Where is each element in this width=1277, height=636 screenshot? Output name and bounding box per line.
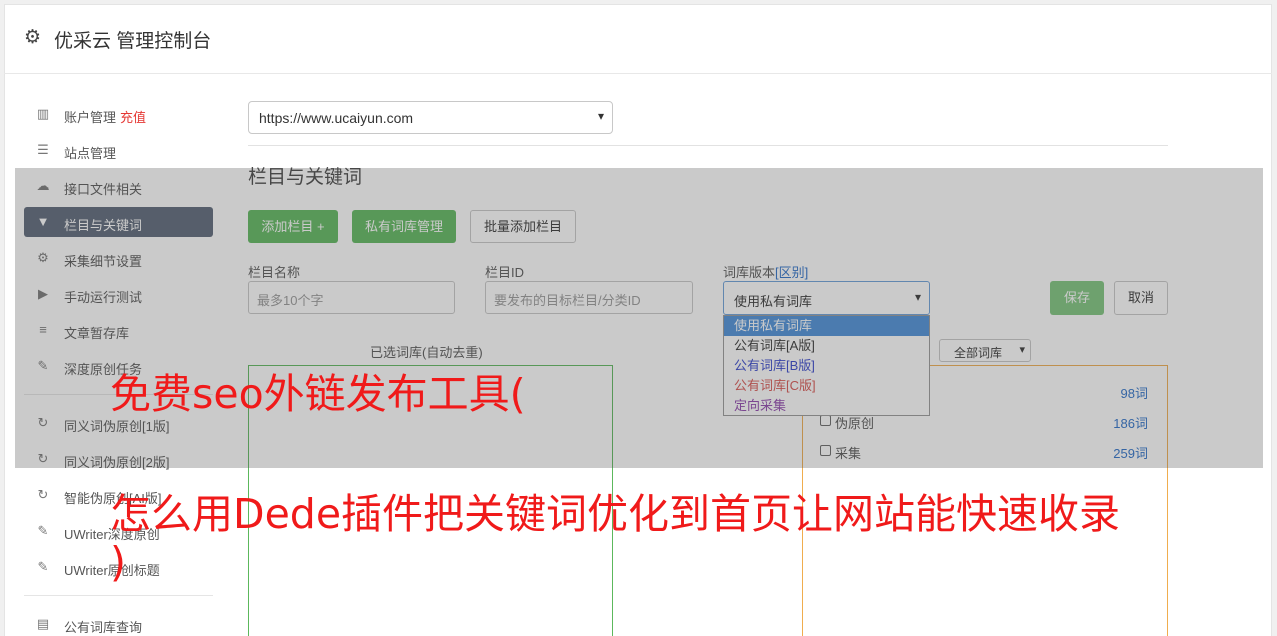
column-id-label: 栏目ID bbox=[485, 265, 525, 280]
divider bbox=[248, 145, 1168, 146]
sidebar-item-label: 文章暂存库 bbox=[64, 326, 130, 341]
cancel-button[interactable]: 取消 bbox=[1114, 281, 1168, 315]
edit-icon: ✎ bbox=[37, 559, 49, 574]
column-name-label: 栏目名称 bbox=[248, 265, 301, 280]
chevron-down-icon: ▾ bbox=[914, 290, 921, 304]
console-header: ⚙ 优采云 管理控制台 bbox=[4, 4, 1272, 74]
sidebar-item-label: 手动运行测试 bbox=[64, 290, 143, 305]
sidebar-item-synonym-v2[interactable]: ↻ 同义词伪原创[2版] bbox=[24, 444, 213, 474]
edit-icon: ✎ bbox=[37, 523, 49, 538]
play-circle-icon: ▶ bbox=[38, 286, 48, 301]
sidebar-item-label: 同义词伪原创[1版] bbox=[64, 419, 170, 434]
chevron-down-icon: ▾ bbox=[1019, 344, 1025, 356]
sidebar-item-manual-run[interactable]: ▶ 手动运行测试 bbox=[24, 279, 213, 309]
sidebar-item-label: 接口文件相关 bbox=[64, 182, 143, 197]
column-id-input[interactable]: 要发布的目标栏目/分类ID bbox=[485, 281, 693, 314]
sidebar-item-collect-settings[interactable]: ⚙ 采集细节设置 bbox=[24, 243, 213, 273]
sidebar-item-label: 同义词伪原创[2版] bbox=[64, 455, 170, 470]
watermark-line-3: ) bbox=[110, 538, 126, 586]
library-name: 采集 bbox=[835, 446, 862, 461]
library-checkbox[interactable] bbox=[820, 415, 831, 426]
console-title: 优采云 管理控制台 bbox=[54, 31, 212, 52]
difference-link[interactable]: [区别] bbox=[775, 265, 808, 280]
refresh-icon: ↻ bbox=[37, 451, 49, 466]
version-label-text: 词库版本 bbox=[723, 265, 776, 280]
sidebar-item-label: 站点管理 bbox=[64, 146, 117, 161]
gear-icon: ⚙ bbox=[24, 27, 42, 48]
version-label: 词库版本[区别] bbox=[723, 262, 808, 281]
sidebar-item-label: 账户管理 bbox=[64, 110, 117, 125]
library-checkbox[interactable] bbox=[820, 445, 831, 456]
version-select-value: 使用私有词库 bbox=[734, 294, 813, 309]
library-count: 259词 bbox=[1113, 446, 1148, 461]
sidebar-item-label: 采集细节设置 bbox=[64, 254, 143, 269]
sidebar-item-public-lib[interactable]: ▤ 公有词库查询 bbox=[24, 609, 213, 636]
book-icon: ▤ bbox=[36, 616, 50, 631]
bar-chart-icon: ▥ bbox=[36, 106, 50, 121]
version-dropdown-list: 使用私有词库 公有词库[A版] 公有词库[B版] 公有词库[C版] 定向采集 bbox=[723, 315, 930, 416]
dropdown-option-targeted[interactable]: 定向采集 bbox=[724, 396, 929, 416]
dropdown-option-public-a[interactable]: 公有词库[A版] bbox=[724, 336, 929, 356]
recharge-link[interactable]: 充值 bbox=[120, 110, 146, 125]
sidebar-item-article-store[interactable]: ≡ 文章暂存库 bbox=[24, 315, 213, 345]
batch-add-button[interactable]: 批量添加栏目 bbox=[470, 210, 576, 243]
version-select[interactable]: 使用私有词库 ▾ bbox=[723, 281, 930, 315]
site-select[interactable]: https://www.ucaiyun.com ▾ bbox=[248, 101, 613, 134]
add-column-button[interactable]: 添加栏目 + bbox=[248, 210, 338, 243]
private-library-button[interactable]: 私有词库管理 bbox=[352, 210, 456, 243]
library-count: 186词 bbox=[1113, 416, 1148, 431]
sidebar-item-account[interactable]: ▥ 账户管理 充值 bbox=[24, 99, 213, 129]
dropdown-option-public-c[interactable]: 公有词库[C版] bbox=[724, 376, 929, 396]
sidebar-divider bbox=[24, 595, 213, 596]
database-icon: ≡ bbox=[39, 322, 47, 337]
sidebar-item-label: 公有词库查询 bbox=[64, 620, 143, 635]
save-button[interactable]: 保存 bbox=[1050, 281, 1104, 315]
sidebar-item-columns[interactable]: ▼ 栏目与关键词 bbox=[24, 207, 213, 237]
watermark-line-2: 怎么用Dede插件把关键词优化到首页让网站能快速收录 bbox=[110, 490, 1121, 538]
library-row[interactable]: 采集 259词 bbox=[818, 442, 1150, 462]
sidebar-item-label: 栏目与关键词 bbox=[64, 218, 143, 233]
library-filter-select[interactable]: 全部词库 ▾ bbox=[939, 339, 1031, 362]
server-icon: ☰ bbox=[37, 142, 49, 157]
refresh-icon: ↻ bbox=[37, 487, 49, 502]
watermark-line-1: 免费seo外链发布工具( bbox=[110, 370, 526, 418]
dropdown-option-private[interactable]: 使用私有词库 bbox=[724, 316, 929, 336]
dropdown-option-public-b[interactable]: 公有词库[B版] bbox=[724, 356, 929, 376]
site-select-value: https://www.ucaiyun.com bbox=[259, 110, 414, 126]
selected-library-caption: 已选词库(自动去重) bbox=[370, 345, 483, 360]
column-name-input[interactable]: 最多10个字 bbox=[248, 281, 455, 314]
library-count: 98词 bbox=[1120, 386, 1148, 401]
library-filter-value: 全部词库 bbox=[954, 346, 1003, 360]
refresh-icon: ↻ bbox=[37, 415, 49, 430]
filter-icon: ▼ bbox=[36, 214, 50, 229]
cogs-icon: ⚙ bbox=[37, 250, 49, 265]
section-title: 栏目与关键词 bbox=[248, 167, 363, 188]
edit-icon: ✎ bbox=[37, 358, 49, 373]
sidebar-item-sites[interactable]: ☰ 站点管理 bbox=[24, 135, 213, 165]
chevron-down-icon: ▾ bbox=[597, 109, 604, 123]
cloud-upload-icon: ☁ bbox=[36, 178, 50, 193]
sidebar-item-interface[interactable]: ☁ 接口文件相关 bbox=[24, 171, 213, 201]
